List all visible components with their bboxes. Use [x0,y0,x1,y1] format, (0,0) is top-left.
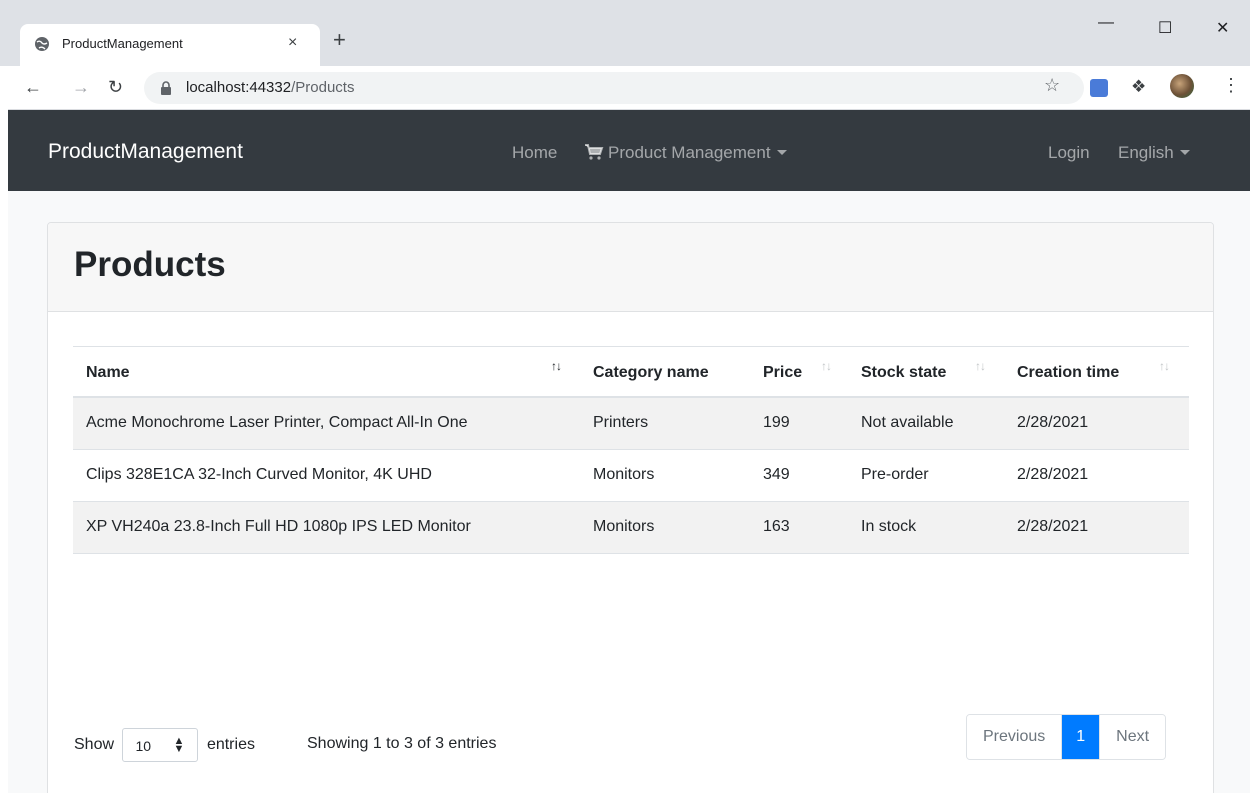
pagination-page-1[interactable]: 1 [1061,715,1100,759]
page-length-value: 10 [135,738,152,754]
cell-name: XP VH240a 23.8-Inch Full HD 1080p IPS LE… [86,518,471,535]
window-maximize-icon[interactable]: ☐ [1158,18,1172,38]
window-edge [0,66,8,793]
browser-menu-icon[interactable]: ⋮ [1222,76,1240,94]
back-arrow-icon[interactable]: ← [24,77,42,97]
nav-language-label: English [1118,143,1174,162]
forward-arrow-icon[interactable]: → [72,77,90,97]
cell-stock-state: Pre-order [861,466,929,483]
extensions-puzzle-icon[interactable]: ❖ [1131,77,1146,97]
tab-title: ProductManagement [62,36,183,51]
pagination: Previous 1 Next [966,714,1167,760]
nav-product-management-label: Product Management [608,143,771,162]
column-header-name[interactable]: Name [86,364,130,382]
sort-icon[interactable]: ↑↓ [551,359,562,373]
table-info: Showing 1 to 3 of 3 entries [307,735,497,752]
url-host: localhost:44332 [186,79,292,96]
profile-avatar[interactable] [1170,74,1194,98]
column-header-price[interactable]: Price [763,364,802,382]
page-body: Products Name ↑↓ Category name Price ↑↓ … [8,191,1250,793]
column-header-stock-state[interactable]: Stock state [861,364,946,382]
reload-icon[interactable]: ↻ [108,77,123,97]
nav-product-management-dropdown[interactable]: Product Management [584,143,787,163]
page-length-control: Show 10 ▲ ▼ entries [74,728,255,762]
table-row: Acme Monochrome Laser Printer, Compact A… [73,398,1189,450]
cell-category: Monitors [593,466,655,483]
column-header-category: Category name [593,364,709,381]
browser-tabstrip: ProductManagement × + — ☐ ✕ [0,0,1250,66]
table-header: Name ↑↓ Category name Price ↑↓ Stock sta… [73,346,1189,398]
navbar-brand[interactable]: ProductManagement [48,140,243,164]
nav-language-dropdown[interactable]: English [1118,143,1190,163]
entries-label: entries [206,736,255,753]
cell-name: Acme Monochrome Laser Printer, Compact A… [86,414,468,431]
chevron-down-icon [776,150,787,155]
window-close-icon[interactable]: ✕ [1216,18,1229,38]
select-updown-icon: ▲ ▼ [173,735,185,755]
chevron-down-icon [1179,150,1190,155]
sort-icon[interactable]: ↑↓ [1159,359,1170,373]
page-title: Products [74,245,226,284]
sort-icon[interactable]: ↑↓ [821,359,832,373]
nav-login-link[interactable]: Login [1048,143,1090,163]
cell-category: Printers [593,414,649,431]
app-navbar: ProductManagement Home Product Managemen… [8,110,1250,191]
nav-home-link[interactable]: Home [512,143,557,163]
column-header-creation-time[interactable]: Creation time [1017,364,1119,382]
cell-category: Monitors [593,518,655,535]
cell-price: 163 [763,518,790,535]
pagination-next[interactable]: Next [1099,715,1166,759]
page-length-select[interactable]: 10 ▲ ▼ [122,728,199,762]
show-label: Show [74,736,115,753]
shopping-cart-icon [585,144,604,160]
pagination-previous[interactable]: Previous [967,715,1062,759]
address-bar[interactable]: localhost:44332/Products [144,72,1084,104]
browser-toolbar: ← → ↻ localhost:44332/Products [0,66,1250,110]
table-row: XP VH240a 23.8-Inch Full HD 1080p IPS LE… [73,502,1189,554]
sort-icon[interactable]: ↑↓ [975,359,986,373]
cell-stock-state: Not available [861,414,954,431]
cell-creation-time: 2/28/2021 [1017,466,1089,483]
bookmark-star-icon[interactable]: ☆ [1044,75,1060,96]
lock-icon [161,81,171,95]
browser-tab[interactable]: ProductManagement × [20,24,320,66]
table-row: Clips 328E1CA 32-Inch Curved Monitor, 4K… [73,450,1189,502]
window-minimize-icon[interactable]: — [1098,14,1114,32]
products-table: Name ↑↓ Category name Price ↑↓ Stock sta… [73,346,1189,554]
url-path: /Products [291,79,355,96]
cell-creation-time: 2/28/2021 [1017,518,1089,535]
cell-price: 349 [763,466,790,483]
products-card: Products Name ↑↓ Category name Price ↑↓ … [47,222,1214,793]
url-text: localhost:44332/Products [186,79,354,96]
cell-name: Clips 328E1CA 32-Inch Curved Monitor, 4K… [86,466,432,483]
card-header: Products [48,223,1213,312]
cell-creation-time: 2/28/2021 [1017,414,1089,431]
new-tab-icon[interactable]: + [333,27,346,53]
cell-price: 199 [763,414,790,431]
tab-close-icon[interactable]: × [288,33,297,53]
translate-extension-icon[interactable] [1090,79,1108,97]
globe-icon [35,37,49,51]
cell-stock-state: In stock [861,518,917,535]
